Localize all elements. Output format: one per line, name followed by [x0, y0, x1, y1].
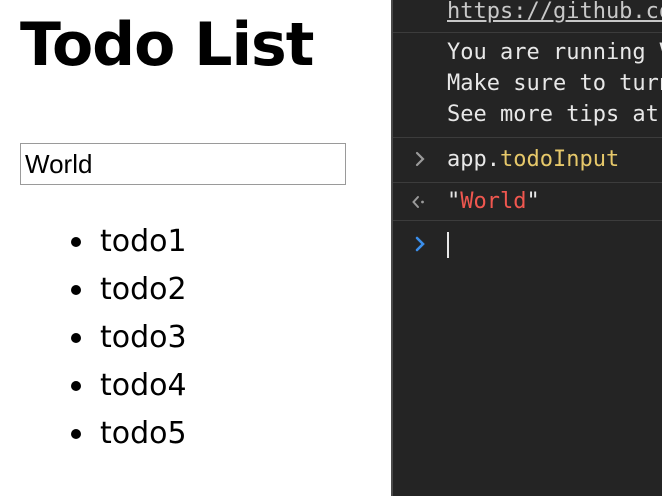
todo-label: todo4 [100, 368, 187, 403]
devtools-link[interactable]: https://github.com/vuejs/vue-devtools [447, 0, 662, 27]
list-item: todo2 [71, 266, 187, 314]
list-item: todo5 [71, 410, 187, 458]
expression-object: app. [447, 147, 500, 172]
return-arrow-icon [411, 193, 429, 211]
console-input-expression: app.todoInput [447, 144, 619, 175]
app-page: Todo List todo1 todo2 todo3 todo4 todo5 [0, 0, 391, 496]
bullet-icon [71, 237, 81, 247]
todo-label: todo1 [100, 224, 187, 259]
list-item: todo1 [71, 218, 187, 266]
console-output-entry: "World" [393, 182, 662, 221]
bullet-icon [71, 429, 81, 439]
expression-property: todoInput [499, 147, 620, 172]
todo-label: todo2 [100, 272, 187, 307]
bullet-icon [71, 333, 81, 343]
chevron-right-icon [411, 150, 429, 168]
console-prompt[interactable] [393, 220, 662, 270]
console-output-value: "World" [447, 186, 540, 217]
todo-input[interactable] [20, 143, 346, 185]
bullet-icon [71, 285, 81, 295]
text-cursor [447, 232, 449, 258]
list-item: todo3 [71, 314, 187, 362]
todo-list: todo1 todo2 todo3 todo4 todo5 [71, 218, 187, 458]
message-line: Make sure to turn on production mode whe… [447, 71, 662, 96]
bullet-icon [71, 381, 81, 391]
list-item: todo4 [71, 362, 187, 410]
console-input-entry: app.todoInput [393, 137, 662, 183]
prompt-chevron-icon [411, 235, 429, 253]
output-string: World [460, 189, 527, 214]
todo-label: todo5 [100, 416, 187, 451]
todo-label: todo3 [100, 320, 187, 355]
page-title: Todo List [20, 10, 314, 80]
quote-mark: " [447, 189, 461, 214]
message-line: See more tips at https://vuejs.org/guide… [447, 102, 662, 127]
console-log-message: You are running Vue in development mode.… [393, 32, 662, 138]
console-log-link: https://github.com/vuejs/vue-devtools [393, 0, 662, 33]
quote-mark: " [526, 189, 540, 214]
devtools-console: https://github.com/vuejs/vue-devtools Yo… [391, 0, 662, 496]
message-line: You are running Vue in development mode. [447, 40, 662, 65]
